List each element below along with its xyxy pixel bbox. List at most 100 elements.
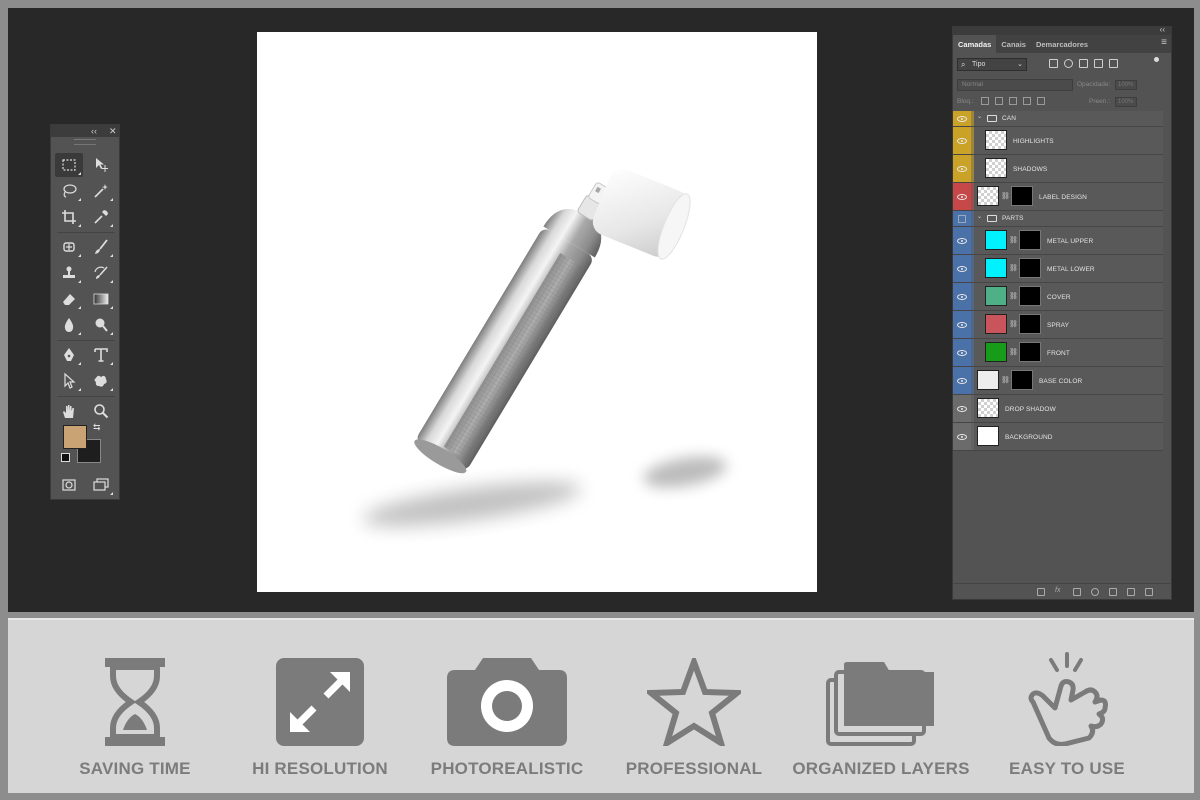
smart-filter-icon[interactable] — [1109, 59, 1118, 68]
visibility-toggle[interactable] — [953, 423, 971, 450]
visibility-toggle[interactable] — [953, 183, 971, 210]
fill-field[interactable]: 100% — [1115, 97, 1137, 107]
visibility-toggle[interactable] — [953, 127, 971, 154]
layer-mask-thumbnail[interactable] — [1011, 186, 1033, 206]
blur-tool-icon[interactable] — [55, 313, 83, 337]
visibility-toggle[interactable] — [953, 255, 971, 282]
layer-mask-thumbnail[interactable] — [1019, 342, 1041, 362]
screen-mode-icon[interactable] — [87, 473, 115, 497]
mask-link-icon[interactable]: ⛓ — [1001, 376, 1010, 384]
shape-filter-icon[interactable] — [1094, 59, 1103, 68]
eraser-tool-icon[interactable] — [55, 287, 83, 311]
new-layer-icon[interactable] — [1127, 588, 1135, 596]
crop-tool-icon[interactable] — [55, 205, 83, 229]
adjustment-layer-icon[interactable] — [1091, 588, 1099, 596]
lasso-tool-icon[interactable] — [55, 179, 83, 203]
layer-row[interactable]: ⌄ CAN — [953, 111, 1163, 127]
visibility-toggle[interactable] — [953, 111, 971, 126]
new-group-icon[interactable] — [1109, 588, 1117, 596]
visibility-toggle[interactable] — [953, 211, 971, 226]
blend-mode-select[interactable]: Normal — [957, 79, 1073, 91]
pixel-filter-icon[interactable] — [1049, 59, 1058, 68]
trash-icon[interactable] — [1145, 588, 1153, 596]
layer-row[interactable]: ⌄ PARTS — [953, 211, 1163, 227]
visibility-toggle[interactable] — [953, 395, 971, 422]
layer-row[interactable]: ⛓ METAL LOWER — [953, 255, 1163, 283]
mask-link-icon[interactable]: ⛓ — [1009, 264, 1018, 272]
layer-row[interactable]: ⛓ COVER — [953, 283, 1163, 311]
collapse-panel-icon[interactable]: ‹‹ — [1160, 25, 1165, 34]
swap-colors-icon[interactable]: ⇆ — [93, 422, 101, 433]
hand-tool-icon[interactable] — [55, 399, 83, 423]
layer-row[interactable]: SHADOWS — [953, 155, 1163, 183]
visibility-toggle[interactable] — [953, 283, 971, 310]
opacity-field[interactable]: 100% — [1115, 80, 1137, 90]
collapse-icon[interactable]: ‹‹ — [91, 125, 97, 137]
mask-link-icon[interactable]: ⛓ — [1001, 192, 1010, 200]
brush-tool-icon[interactable] — [87, 235, 115, 259]
move-tool-icon[interactable] — [87, 153, 115, 177]
fx-icon[interactable]: fx — [1055, 587, 1063, 595]
panel-menu-icon[interactable]: ≡ — [1161, 38, 1167, 48]
mask-link-icon[interactable]: ⛓ — [1009, 292, 1018, 300]
visibility-toggle[interactable] — [953, 311, 971, 338]
document-canvas[interactable] — [257, 32, 817, 592]
panel-grip[interactable] — [74, 139, 96, 145]
layer-mask-thumbnail[interactable] — [1019, 314, 1041, 334]
layer-color-label — [971, 155, 974, 182]
path-selection-icon[interactable] — [55, 369, 83, 393]
tab-paths[interactable]: Demarcadores — [1031, 35, 1093, 53]
foreground-color-swatch[interactable] — [63, 425, 87, 449]
layer-mask-thumbnail[interactable] — [1019, 286, 1041, 306]
default-colors-icon[interactable] — [61, 453, 70, 462]
dodge-tool-icon[interactable] — [87, 313, 115, 337]
layer-row[interactable]: DROP SHADOW — [953, 395, 1163, 423]
layer-row[interactable]: ⛓ METAL UPPER — [953, 227, 1163, 255]
layer-row[interactable]: ⛓ LABEL DESIGN — [953, 183, 1163, 211]
custom-shape-icon[interactable] — [87, 369, 115, 393]
healing-brush-icon[interactable] — [55, 235, 83, 259]
mask-link-icon[interactable]: ⛓ — [1009, 320, 1018, 328]
visibility-toggle[interactable] — [953, 227, 971, 254]
lock-pixels-icon[interactable] — [995, 97, 1003, 105]
eyedropper-icon[interactable] — [87, 205, 115, 229]
pen-tool-icon[interactable] — [55, 343, 83, 367]
layer-row[interactable]: BACKGROUND — [953, 423, 1163, 451]
marquee-tool-icon[interactable] — [55, 153, 83, 177]
magic-wand-icon[interactable] — [87, 179, 115, 203]
visibility-toggle[interactable] — [953, 339, 971, 366]
layer-row[interactable]: HIGHLIGHTS — [953, 127, 1163, 155]
quick-mask-icon[interactable] — [55, 473, 83, 497]
visibility-toggle[interactable] — [953, 367, 971, 394]
tab-layers[interactable]: Camadas — [953, 35, 997, 53]
expand-group-icon[interactable]: ⌄ — [977, 213, 982, 220]
gradient-tool-icon[interactable] — [87, 287, 115, 311]
type-tool-icon[interactable] — [87, 343, 115, 367]
link-layers-icon[interactable] — [1037, 588, 1045, 596]
filter-row: ⌕ Tipo ⌄ — [953, 53, 1171, 73]
kind-filter-select[interactable]: ⌕ Tipo ⌄ — [957, 58, 1027, 71]
add-mask-icon[interactable] — [1073, 588, 1081, 596]
layer-mask-thumbnail[interactable] — [1011, 370, 1033, 390]
lock-position-icon[interactable] — [1009, 97, 1017, 105]
layer-row[interactable]: ⛓ SPRAY — [953, 311, 1163, 339]
adjustment-filter-icon[interactable] — [1064, 59, 1073, 68]
layer-mask-thumbnail[interactable] — [1019, 230, 1041, 250]
layer-row[interactable]: ⛓ BASE COLOR — [953, 367, 1163, 395]
close-icon[interactable]: ✕ — [109, 125, 117, 137]
mask-link-icon[interactable]: ⛓ — [1009, 348, 1018, 356]
layer-row[interactable]: ⛓ FRONT — [953, 339, 1163, 367]
tab-channels[interactable]: Canais — [996, 35, 1031, 53]
zoom-tool-icon[interactable] — [87, 399, 115, 423]
lock-all-icon[interactable] — [1037, 97, 1045, 105]
expand-group-icon[interactable]: ⌄ — [977, 113, 982, 120]
stamp-tool-icon[interactable] — [55, 261, 83, 285]
lock-artboard-icon[interactable] — [1023, 97, 1031, 105]
type-filter-icon[interactable] — [1079, 59, 1088, 68]
lock-transparent-icon[interactable] — [981, 97, 989, 105]
layer-mask-thumbnail[interactable] — [1019, 258, 1041, 278]
filter-toggle-icon[interactable] — [1154, 57, 1159, 62]
history-brush-icon[interactable] — [87, 261, 115, 285]
visibility-toggle[interactable] — [953, 155, 971, 182]
mask-link-icon[interactable]: ⛓ — [1009, 236, 1018, 244]
